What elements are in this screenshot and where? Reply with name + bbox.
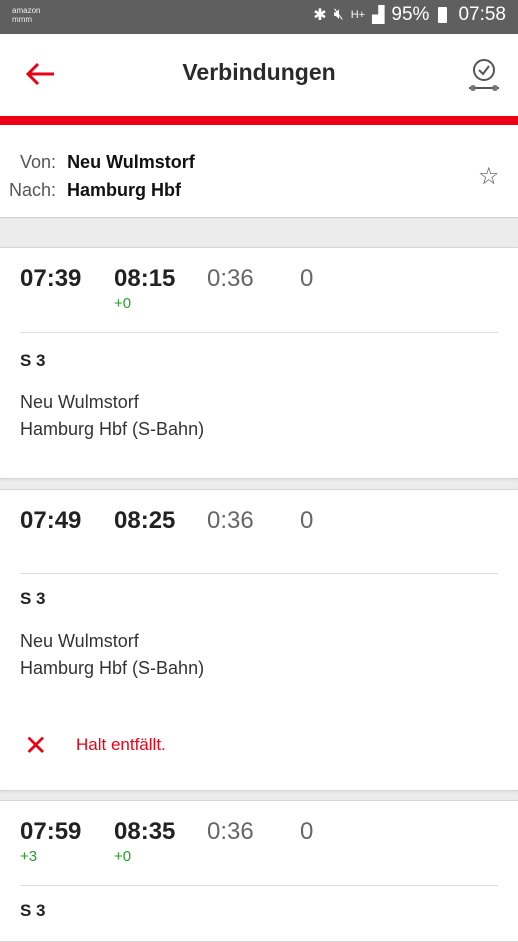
destination-stop: Hamburg Hbf (S-Bahn)	[20, 658, 205, 678]
departure-time: 07:59	[20, 818, 82, 845]
status-bar: amazon mmm ✱ 🔇︎ H+ ▟ 95% 07:58	[0, 0, 518, 34]
from-label: Von:	[20, 152, 57, 172]
origin-stop: Neu Wulmstorf	[20, 631, 139, 651]
hplus-signal-icon: H+	[350, 9, 366, 21]
divider	[20, 573, 498, 574]
line-name: S 3	[20, 351, 46, 370]
status-time: 07:58	[458, 4, 506, 25]
arrival-time: 08:15	[114, 265, 176, 292]
arrival-time: 08:35	[114, 818, 176, 845]
line-name: S 3	[20, 589, 46, 608]
departure-time: 07:49	[20, 507, 82, 534]
amazon-label: amazon	[12, 6, 41, 15]
amazon-smile: mmm	[12, 15, 32, 24]
to-value: Hamburg Hbf	[67, 180, 182, 200]
mute-icon: 🔇︎	[333, 6, 344, 23]
changes: 0	[300, 818, 314, 845]
line-name: S 3	[20, 901, 46, 920]
accent-bar	[0, 116, 518, 125]
clock-check-icon[interactable]	[465, 56, 503, 96]
battery-percent: 95%	[391, 4, 430, 25]
connection-card[interactable]: 07:59 08:35 0:36 0 +3 +0 S 3	[0, 800, 518, 942]
duration: 0:36	[207, 265, 254, 292]
signal-icon: ▟	[372, 7, 385, 24]
divider	[20, 885, 498, 886]
connection-card[interactable]: 07:49 08:25 0:36 0 S 3 Neu Wulmstorf Ham…	[0, 489, 518, 791]
star-outline-icon[interactable]: ☆	[478, 162, 500, 191]
changes: 0	[300, 265, 314, 292]
departure-time: 07:39	[20, 265, 82, 292]
arrival-time: 08:25	[114, 507, 176, 534]
divider	[20, 332, 498, 333]
route-summary: Von: Neu Wulmstorf Nach: Hamburg Hbf ☆	[0, 125, 518, 218]
destination-stop: Hamburg Hbf (S-Bahn)	[20, 419, 205, 439]
cancel-x-icon: ✕	[24, 730, 48, 761]
amazon-notification-icon: amazon mmm	[12, 6, 40, 24]
changes: 0	[300, 507, 314, 534]
app-bar: Verbindungen	[0, 34, 518, 116]
battery-icon	[438, 7, 448, 23]
from-value: Neu Wulmstorf	[67, 152, 195, 172]
from-row: Von: Neu Wulmstorf	[20, 152, 195, 173]
arrival-delay: +0	[114, 848, 132, 865]
bluetooth-icon: ✱	[313, 7, 327, 24]
duration: 0:36	[207, 507, 254, 534]
page-title: Verbindungen	[182, 59, 336, 85]
departure-delay: +3	[20, 848, 38, 865]
to-row: Nach: Hamburg Hbf	[9, 180, 181, 201]
to-label: Nach:	[9, 180, 57, 200]
origin-stop: Neu Wulmstorf	[20, 392, 139, 412]
connection-card[interactable]: 07:39 08:15 0:36 0 +0 S 3 Neu Wulmstorf …	[0, 247, 518, 479]
duration: 0:36	[207, 818, 254, 845]
arrival-delay: +0	[114, 295, 132, 312]
warning-text: Halt entfällt.	[76, 735, 166, 754]
